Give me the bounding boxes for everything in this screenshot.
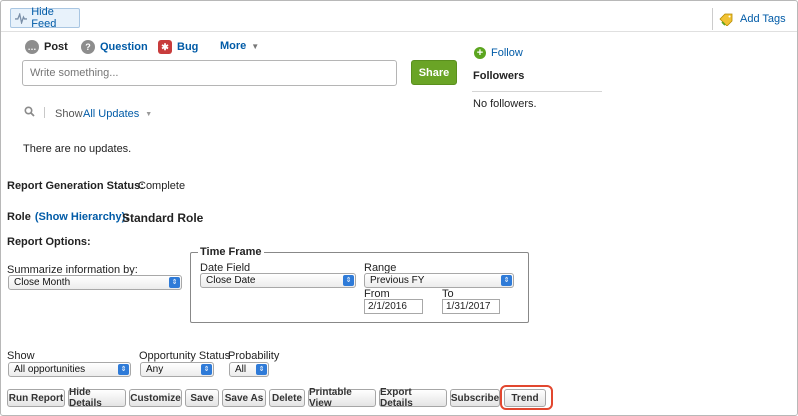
select-arrows-icon: ⇕: [501, 275, 512, 286]
followers-heading: Followers: [473, 70, 525, 82]
customize-button[interactable]: Customize: [129, 389, 182, 407]
chevron-down-icon: ▼: [251, 41, 260, 51]
tab-post[interactable]: … Post: [25, 40, 68, 54]
hide-feed-label: Hide Feed: [31, 6, 57, 30]
select-arrows-icon: ⇕: [118, 364, 129, 375]
tab-more-label: More: [220, 40, 247, 52]
show-filter-select[interactable]: All opportunities ⇕: [8, 362, 131, 377]
feed-filter-value: All Updates: [83, 108, 140, 120]
speech-bubble-icon: …: [25, 40, 39, 54]
range-select[interactable]: Previous FY ⇕: [364, 273, 514, 288]
role-value: Standard Role: [122, 211, 204, 225]
follow-label: Follow: [491, 47, 523, 59]
bug-icon: ✱: [158, 40, 172, 54]
probability-label: Probability: [228, 350, 280, 362]
plus-icon: +: [474, 47, 486, 59]
summarize-value: Close Month: [14, 277, 71, 288]
probability-select[interactable]: All ⇕: [229, 362, 269, 377]
add-tags-button[interactable]: Add Tags: [712, 8, 796, 30]
opportunity-status-label: Opportunity Status: [139, 350, 231, 362]
from-date-input[interactable]: 2/1/2016: [364, 299, 423, 314]
add-tags-label: Add Tags: [740, 13, 786, 25]
follow-button[interactable]: + Follow: [474, 47, 523, 59]
to-date-input[interactable]: 1/31/2017: [442, 299, 500, 314]
feed-pulse-icon: [15, 12, 28, 24]
delete-button[interactable]: Delete: [269, 389, 305, 407]
no-updates-text: There are no updates.: [23, 143, 132, 155]
hide-feed-button[interactable]: Hide Feed: [10, 6, 80, 30]
divider: [472, 91, 602, 92]
hide-details-button[interactable]: Hide Details: [68, 387, 126, 409]
printable-view-button[interactable]: Printable View: [308, 387, 376, 409]
show-hierarchy-link[interactable]: (Show Hierarchy): [35, 211, 125, 223]
share-button[interactable]: Share: [411, 60, 457, 85]
divider: [44, 107, 45, 118]
show-filter-value: All opportunities: [14, 364, 86, 375]
tab-post-label: Post: [44, 41, 68, 53]
show-filter-label: Show: [7, 350, 35, 362]
probability-value: All: [235, 364, 247, 375]
save-button[interactable]: Save: [185, 389, 219, 407]
feed-show-label: Show: [55, 108, 83, 120]
tab-bug-label: Bug: [177, 41, 199, 53]
divider: [1, 31, 797, 32]
tab-question-label: Question: [100, 41, 148, 53]
select-arrows-icon: ⇕: [201, 364, 212, 375]
chevron-down-icon: ▼: [145, 110, 153, 118]
report-status-value: Complete: [138, 180, 186, 192]
report-status-label: Report Generation Status:: [7, 180, 144, 192]
save-as-button[interactable]: Save As: [222, 389, 266, 407]
opportunity-status-select[interactable]: Any ⇕: [140, 362, 214, 377]
date-field-value: Close Date: [206, 275, 256, 286]
date-field-select[interactable]: Close Date ⇕: [200, 273, 356, 288]
run-report-button[interactable]: Run Report: [7, 389, 65, 407]
range-value: Previous FY: [370, 275, 425, 286]
feed-post-input[interactable]: [22, 60, 397, 86]
summarize-select[interactable]: Close Month ⇕: [8, 275, 182, 290]
role-row: Role (Show Hierarchy) :: [7, 211, 129, 223]
subscribe-button[interactable]: Subscribe: [450, 389, 500, 407]
tab-question[interactable]: ? Question: [81, 40, 148, 54]
opportunity-status-value: Any: [146, 364, 164, 375]
tag-icon: [719, 13, 733, 26]
report-options-label: Report Options:: [7, 236, 91, 248]
select-arrows-icon: ⇕: [169, 277, 180, 288]
feed-filter-dropdown[interactable]: All Updates ▼: [83, 108, 152, 120]
select-arrows-icon: ⇕: [343, 275, 354, 286]
export-details-button[interactable]: Export Details: [379, 387, 447, 409]
trend-highlight: [500, 385, 553, 410]
time-frame-legend: Time Frame: [198, 246, 264, 258]
select-arrows-icon: ⇕: [256, 364, 267, 375]
tab-bug[interactable]: ✱ Bug: [158, 40, 198, 54]
followers-empty-text: No followers.: [473, 98, 537, 110]
role-label: Role: [7, 211, 31, 223]
question-icon: ?: [81, 40, 95, 54]
search-icon[interactable]: [24, 106, 35, 120]
tab-more[interactable]: More ▼: [220, 40, 259, 52]
